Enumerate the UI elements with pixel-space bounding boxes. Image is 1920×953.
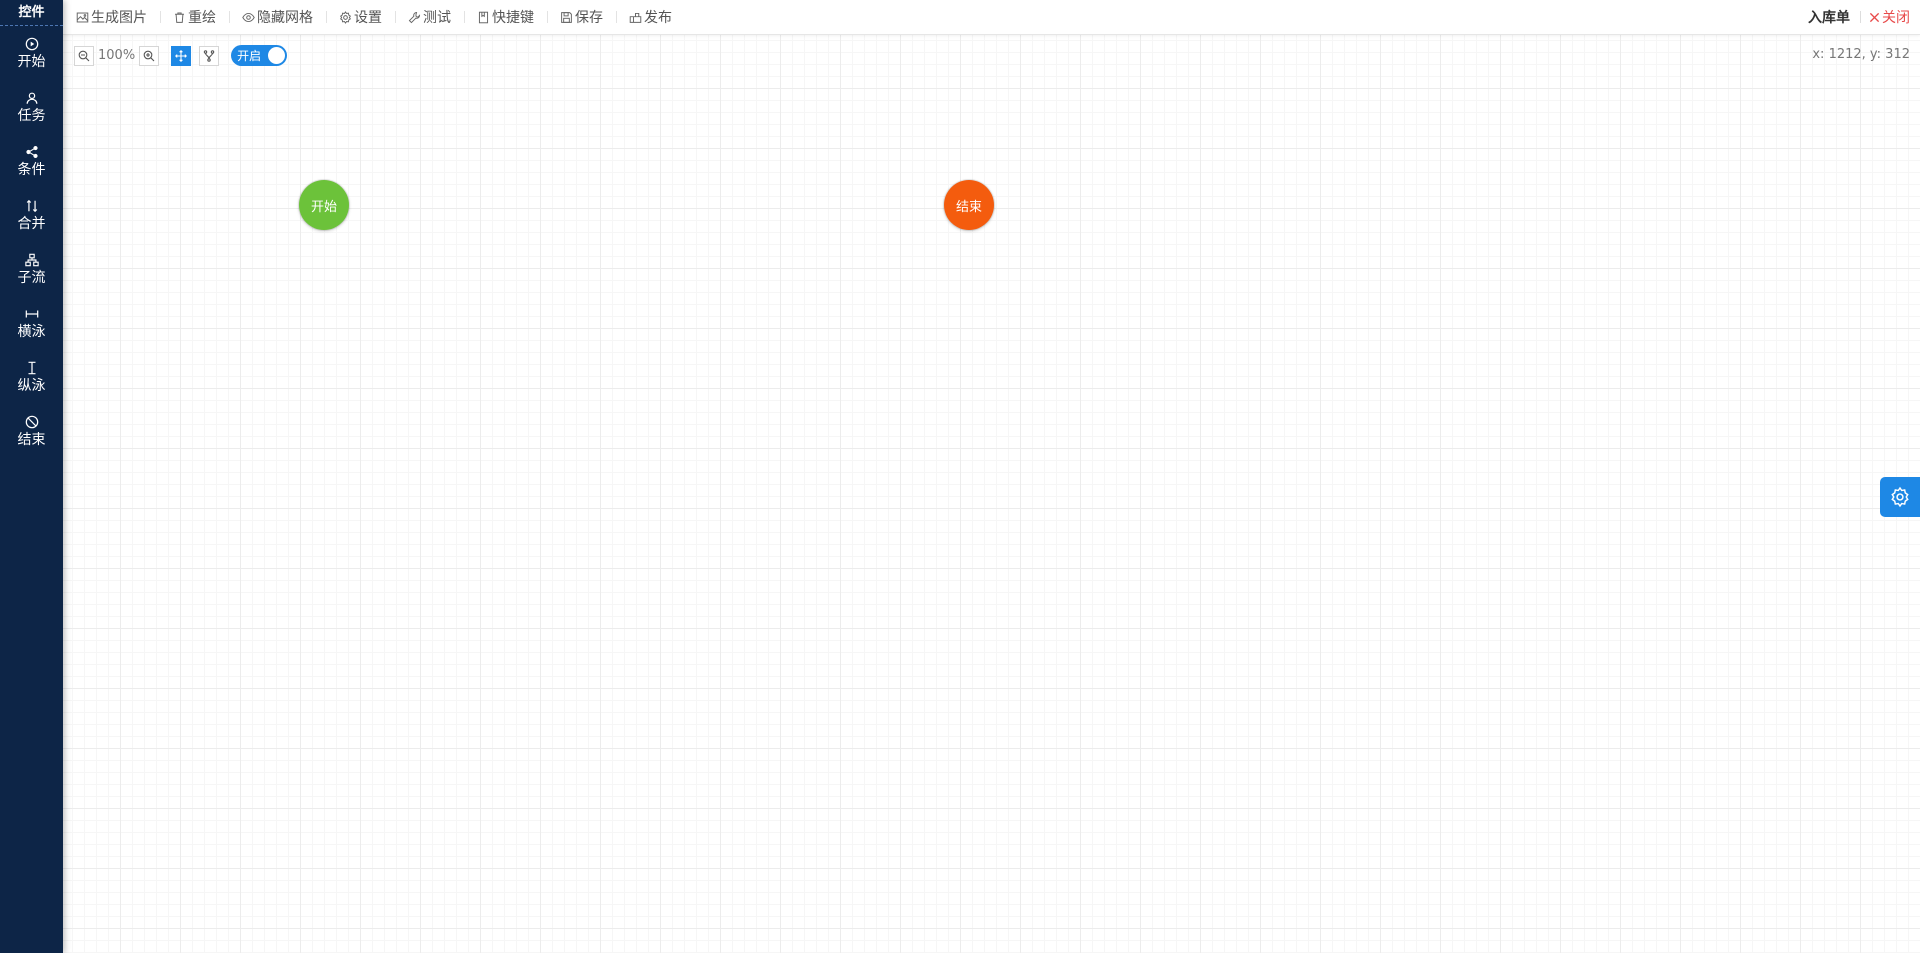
- tool-label: 快捷键: [492, 10, 534, 26]
- tool-label: 隐藏网格: [257, 10, 313, 26]
- sidebar-item-label: 子流: [17, 269, 46, 286]
- sidebar-item-vertical-lane[interactable]: 纵泳: [0, 350, 63, 404]
- zoom-in-icon: [143, 50, 155, 61]
- sidebar-item-horizontal-lane[interactable]: 横泳: [0, 296, 63, 350]
- zoom-in-button[interactable]: [139, 45, 160, 66]
- tool-label: 发布: [644, 10, 672, 26]
- start-node[interactable]: 开始: [299, 180, 349, 230]
- sidebar-title: 控件: [0, 0, 63, 26]
- hide-grid-button[interactable]: 隐藏网格: [229, 0, 326, 34]
- end-node-label: 结束: [955, 199, 982, 215]
- sidebar-item-end[interactable]: 结束: [0, 404, 63, 458]
- play-circle-icon: [25, 37, 38, 50]
- sidebar-item-condition[interactable]: 条件: [0, 134, 63, 188]
- sidebar-item-label: 纵泳: [17, 377, 46, 394]
- move-tool-button[interactable]: [171, 45, 192, 66]
- settings-button[interactable]: 设置: [326, 0, 395, 34]
- sidebar-item-merge[interactable]: 合并: [0, 188, 63, 242]
- publish-icon: [629, 12, 642, 23]
- publish-button[interactable]: 发布: [616, 0, 685, 34]
- enable-toggle[interactable]: 开启: [231, 45, 288, 66]
- close-label: 关闭: [1882, 10, 1910, 26]
- start-node-label: 开始: [310, 199, 337, 215]
- divider: [1860, 11, 1861, 23]
- stop-icon: [25, 415, 38, 428]
- shortcuts-button[interactable]: 快捷键: [464, 0, 547, 34]
- tool-label: 生成图片: [91, 10, 147, 26]
- document-title: 入库单: [1808, 10, 1850, 26]
- user-icon: [26, 92, 37, 104]
- flow-designer: 控件 开始 任务 条件 合并 子流 横泳 纵泳 结束 生成图片 重绘 隐藏网格 …: [0, 0, 1920, 953]
- sidebar-item-label: 合并: [17, 215, 46, 232]
- sidebar-item-subflow[interactable]: 子流: [0, 242, 63, 296]
- share-icon: [25, 145, 38, 158]
- save-button[interactable]: 保存: [547, 0, 616, 34]
- fork-icon: [203, 49, 215, 62]
- zoom-out-button[interactable]: [74, 45, 94, 66]
- end-node[interactable]: 结束: [944, 180, 994, 230]
- trash-icon: [175, 12, 184, 23]
- flow-canvas[interactable]: [63, 35, 1920, 953]
- generate-image-button[interactable]: 生成图片: [63, 0, 160, 34]
- bookmark-icon: [478, 11, 489, 23]
- close-button[interactable]: 关闭: [1869, 7, 1910, 27]
- sidebar-item-label: 结束: [17, 431, 46, 448]
- wrench-icon: [408, 11, 421, 23]
- sidebar-item-label: 开始: [17, 53, 46, 70]
- horizontal-lane-icon: [25, 310, 38, 317]
- test-button[interactable]: 测试: [395, 0, 464, 34]
- zoom-out-icon: [78, 50, 90, 61]
- close-icon: [1869, 12, 1880, 22]
- toggle-knob: [268, 47, 286, 64]
- settings-panel-button[interactable]: [1880, 477, 1920, 517]
- sidebar-item-label: 条件: [17, 161, 46, 178]
- tool-label: 重绘: [188, 10, 216, 26]
- gear-icon: [340, 10, 351, 24]
- tool-label: 测试: [423, 10, 451, 26]
- sidebar: 控件 开始 任务 条件 合并 子流 横泳 纵泳 结束: [0, 0, 63, 953]
- cursor-coordinates: x: 1212, y: 312: [1812, 47, 1910, 62]
- sidebar-item-start[interactable]: 开始: [0, 26, 63, 80]
- tool-label: 设置: [354, 10, 382, 26]
- sidebar-item-task[interactable]: 任务: [0, 80, 63, 134]
- gear-icon: [1891, 486, 1909, 508]
- zoom-level: 100%: [98, 48, 136, 63]
- merge-icon: [26, 199, 37, 212]
- toolbar-right: 入库单 关闭: [1808, 0, 1910, 34]
- sidebar-item-label: 任务: [17, 107, 46, 124]
- eye-icon: [242, 12, 255, 22]
- canvas-controls: 100% 开启: [74, 45, 288, 66]
- connect-tool-button[interactable]: [199, 45, 220, 66]
- sidebar-item-label: 横泳: [17, 323, 46, 340]
- toggle-label: 开启: [237, 49, 262, 63]
- toolbar: 生成图片 重绘 隐藏网格 设置 测试 快捷键 保存 发布 入库单 关闭: [63, 0, 1920, 35]
- redraw-button[interactable]: 重绘: [160, 0, 229, 34]
- hierarchy-icon: [24, 253, 39, 266]
- move-icon: [175, 49, 188, 62]
- tool-label: 保存: [575, 10, 603, 26]
- save-icon: [561, 11, 572, 23]
- image-icon: [76, 12, 89, 22]
- vertical-lane-icon: [28, 361, 35, 374]
